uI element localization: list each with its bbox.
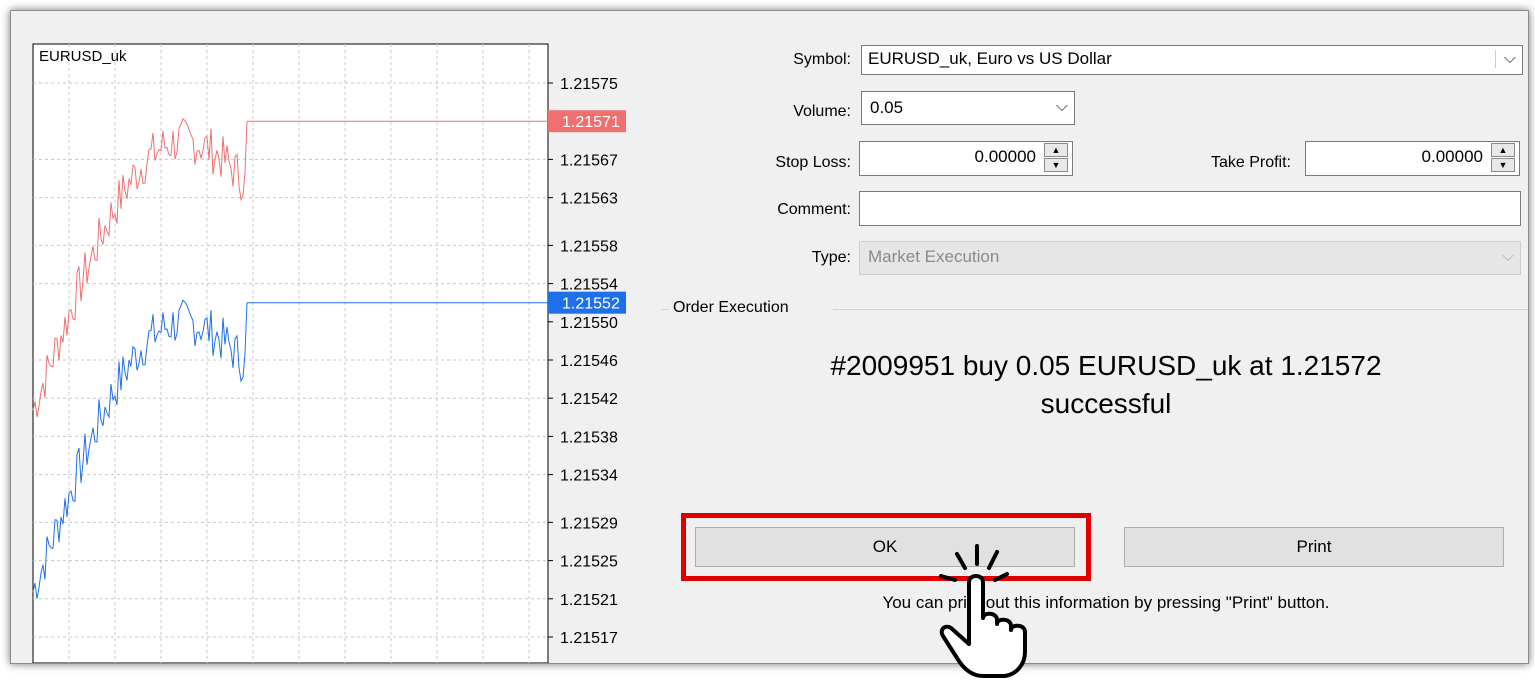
chevron-down-icon[interactable]: ⌵: [1502, 248, 1514, 266]
price-tick-label: 1.21517: [560, 630, 618, 647]
spin-down-icon[interactable]: ▼: [1491, 158, 1515, 172]
price-tick-label: 1.21525: [560, 554, 618, 571]
type-value: Market Execution: [868, 247, 1000, 266]
new-order-window: EURUSD_uk 1.21575 1.21567 1.21563 1.21558 1.2…: [10, 10, 1529, 664]
print-hint: You can print out this information by pr…: [882, 593, 1330, 612]
stop-loss-label: Stop Loss:: [775, 154, 851, 171]
execution-message: #2009951 buy 0.05 EURUSD_uk at 1.21572 s…: [671, 347, 1528, 423]
execution-message-line2: successful: [1040, 388, 1172, 419]
order-execution-title: Order Execution: [673, 299, 789, 316]
hand-pointer-icon: [939, 544, 1027, 678]
comment-label: Comment:: [777, 201, 851, 218]
type-select[interactable]: Market Execution ⌵: [859, 241, 1521, 275]
take-profit-label: Take Profit:: [1210, 154, 1291, 171]
price-tick-label: 1.21542: [560, 391, 618, 408]
take-profit-value: 0.00000: [1421, 147, 1483, 166]
chart-canvas: EURUSD_uk 1.21575 1.21567 1.21563 1.21558 1.2…: [32, 43, 626, 663]
price-tick-label: 1.21521: [560, 592, 618, 609]
stop-loss-input[interactable]: 0.00000 ▲ ▼: [859, 141, 1073, 176]
price-tick-label: 1.21575: [560, 76, 618, 93]
volume-combo[interactable]: 0.05 ⌵: [861, 91, 1075, 125]
chevron-down-icon[interactable]: ⌵: [1056, 98, 1068, 116]
spinner-icon[interactable]: ▲ ▼: [1044, 143, 1070, 174]
spinner-icon[interactable]: ▲ ▼: [1491, 143, 1517, 174]
symbol-value: EURUSD_uk, Euro vs US Dollar: [868, 49, 1112, 68]
price-tick-label: 1.21563: [560, 191, 618, 208]
price-tick-label: 1.21554: [560, 277, 618, 294]
symbol-label: Symbol:: [793, 51, 851, 68]
take-profit-input[interactable]: 0.00000 ▲ ▼: [1305, 141, 1520, 176]
type-label: Type:: [811, 249, 851, 266]
spin-up-icon[interactable]: ▲: [1491, 143, 1515, 157]
price-tick-label: 1.21567: [560, 152, 618, 169]
symbol-select[interactable]: EURUSD_uk, Euro vs US Dollar ⌵: [861, 45, 1523, 75]
price-tick-label: 1.21550: [560, 315, 618, 332]
price-tick-label: 1.21534: [560, 468, 618, 485]
spin-down-icon[interactable]: ▼: [1044, 158, 1068, 172]
price-tick-label: 1.21529: [560, 515, 618, 532]
ask-price-label: 1.21571: [562, 114, 620, 131]
chevron-down-icon[interactable]: ⌵: [1494, 50, 1516, 68]
price-tick-label: 1.21538: [560, 429, 618, 446]
execution-message-line1: #2009951 buy 0.05 EURUSD_uk at 1.21572: [830, 350, 1382, 381]
volume-value: 0.05: [870, 98, 904, 117]
print-button[interactable]: Print: [1124, 527, 1504, 567]
chart-symbol-label: EURUSD_uk: [39, 48, 127, 65]
bid-price-label: 1.21552: [562, 296, 620, 313]
price-chart: EURUSD_uk 1.21575 1.21567 1.21563 1.21558 1.2…: [11, 11, 661, 663]
spin-up-icon[interactable]: ▲: [1044, 143, 1068, 157]
group-border: [661, 309, 669, 310]
volume-label: Volume:: [793, 103, 851, 120]
price-tick-label: 1.21546: [560, 353, 618, 370]
group-border: [833, 309, 1528, 310]
price-tick-label: 1.21558: [560, 238, 618, 255]
plot-area: [32, 43, 549, 663]
comment-input[interactable]: [859, 191, 1521, 226]
stop-loss-value: 0.00000: [974, 147, 1036, 166]
